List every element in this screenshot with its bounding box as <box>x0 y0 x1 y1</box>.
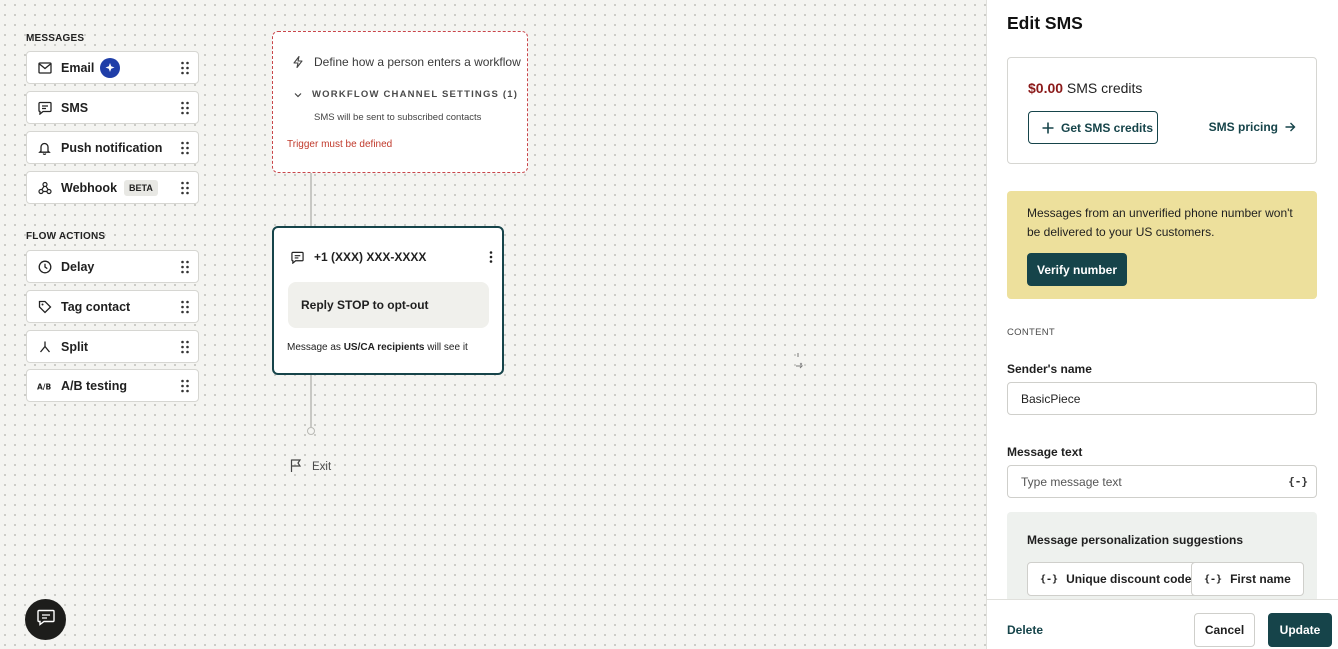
tag-icon <box>37 299 52 314</box>
sms-node-header: +1 (XXX) XXX-XXXX <box>291 250 426 264</box>
drag-handle-icon[interactable] <box>180 260 190 274</box>
palette-item-split[interactable]: Split <box>26 330 199 363</box>
update-button[interactable]: Update <box>1268 613 1332 647</box>
sender-name-label: Sender's name <box>1007 362 1092 376</box>
palette-item-push-notification[interactable]: Push notification <box>26 131 199 164</box>
chevron-down-icon <box>293 90 303 100</box>
exit-node[interactable]: Exit <box>289 449 331 473</box>
ai-sparkle-icon <box>100 57 121 78</box>
sms-credits-balance: $0.00 SMS credits <box>1028 80 1142 96</box>
message-text-input[interactable] <box>1007 465 1317 498</box>
palette-item-email[interactable]: Email <box>26 51 199 84</box>
bell-icon <box>37 140 52 155</box>
palette-item-label: Tag contact <box>61 299 131 314</box>
get-sms-credits-button[interactable]: Get SMS credits <box>1028 111 1158 144</box>
edit-sms-panel: Edit SMS $0.00 SMS credits Get SMS credi… <box>986 0 1338 649</box>
sender-name-input[interactable] <box>1007 382 1317 415</box>
footer-recipients: US/CA recipients <box>343 342 425 353</box>
split-icon <box>37 339 52 354</box>
trigger-text: Define how a person enters a workflow <box>314 55 521 69</box>
chat-icon <box>37 100 52 115</box>
chip-unique-discount-code[interactable]: {-} Unique discount code <box>1027 562 1205 596</box>
chat-support-button[interactable] <box>25 599 66 640</box>
connector-line <box>310 375 312 427</box>
flag-icon <box>289 458 303 473</box>
sms-node-footer: Message as US/CA recipients will see it <box>287 342 468 353</box>
messages-section-title: MESSAGES <box>26 33 85 44</box>
drag-handle-icon[interactable] <box>180 141 190 155</box>
variable-icon: {-} <box>1204 573 1223 585</box>
webhook-icon <box>37 180 52 195</box>
trigger-node[interactable]: Define how a person enters a workflow WO… <box>272 31 528 173</box>
unverified-number-warning: Messages from an unverified phone number… <box>1007 191 1317 299</box>
sms-pricing-label: SMS pricing <box>1208 120 1278 134</box>
footer-suffix: will see it <box>424 342 468 353</box>
beta-badge: BETA <box>124 179 158 196</box>
get-sms-credits-label: Get SMS credits <box>1061 120 1154 135</box>
flow-actions-section-title: FLOW ACTIONS <box>26 231 106 242</box>
connector-dot[interactable] <box>307 427 315 435</box>
trigger-header: Define how a person enters a workflow <box>291 55 521 69</box>
palette-item-tag-contact[interactable]: Tag contact <box>26 290 199 323</box>
plus-icon <box>1041 121 1055 135</box>
channel-settings-description: SMS will be sent to subscribed contacts <box>314 112 482 123</box>
svg-text:A/B: A/B <box>37 382 52 391</box>
palette-item-delay[interactable]: Delay <box>26 250 199 283</box>
palette-item-label: Email <box>61 60 95 75</box>
sms-credits-card: $0.00 SMS credits Get SMS credits SMS pr… <box>1007 57 1317 164</box>
insert-variable-icon[interactable]: {-} <box>1288 475 1308 488</box>
chat-bubble-icon <box>36 609 55 631</box>
credits-label: SMS credits <box>1063 80 1143 96</box>
delete-button[interactable]: Delete <box>1007 623 1043 637</box>
sms-pricing-link[interactable]: SMS pricing <box>1209 120 1296 134</box>
footer-prefix: Message as <box>287 342 344 353</box>
ab-icon: A/B <box>37 378 52 393</box>
arrow-right-icon <box>1284 121 1296 133</box>
sms-node[interactable]: +1 (XXX) XXX-XXXX Reply STOP to opt-out … <box>272 226 504 375</box>
connector-line <box>310 173 312 226</box>
chip-label: Unique discount code <box>1066 572 1192 586</box>
drag-handle-icon[interactable] <box>180 300 190 314</box>
cancel-button[interactable]: Cancel <box>1194 613 1255 647</box>
exit-label: Exit <box>312 461 332 473</box>
palette-item-label: Split <box>61 339 89 354</box>
drag-handle-icon[interactable] <box>180 181 190 195</box>
panel-title: Edit SMS <box>1007 13 1083 33</box>
palette-item-label: Push notification <box>61 140 163 155</box>
trigger-error-message: Trigger must be defined <box>287 139 393 150</box>
chip-label: First name <box>1230 572 1291 586</box>
drag-handle-icon[interactable] <box>180 61 190 75</box>
verify-number-button[interactable]: Verify number <box>1027 253 1127 286</box>
message-text-label: Message text <box>1007 445 1083 459</box>
more-vertical-icon[interactable] <box>488 250 494 264</box>
channel-settings-label: WORKFLOW CHANNEL SETTINGS (1) <box>312 89 519 100</box>
workflow-canvas[interactable]: MESSAGES Email SMS Push notification Web… <box>0 0 986 649</box>
sms-message-preview: Reply STOP to opt-out <box>288 282 489 328</box>
chip-first-name[interactable]: {-} First name <box>1191 562 1304 596</box>
channel-settings-toggle[interactable]: WORKFLOW CHANNEL SETTINGS (1) <box>293 89 518 100</box>
panel-footer: Delete Cancel Update <box>987 599 1338 649</box>
palette-item-label: A/B testing <box>61 378 127 393</box>
palette-item-label: Webhook <box>61 180 118 195</box>
drag-handle-icon[interactable] <box>180 379 190 393</box>
drag-handle-icon[interactable] <box>180 340 190 354</box>
palette-item-ab-testing[interactable]: A/B A/B testing <box>26 369 199 402</box>
palette-item-webhook[interactable]: Webhook BETA <box>26 171 199 204</box>
sms-sender-number: +1 (XXX) XXX-XXXX <box>314 250 427 264</box>
chat-icon <box>291 251 304 264</box>
warning-text: Messages from an unverified phone number… <box>1027 206 1293 239</box>
credits-amount: $0.00 <box>1028 80 1064 96</box>
clock-icon <box>37 259 52 274</box>
palette-item-label: SMS <box>61 100 89 115</box>
content-section-label: CONTENT <box>1007 327 1056 338</box>
suggestions-title: Message personalization suggestions <box>1027 533 1244 547</box>
personalization-suggestions: Message personalization suggestions {-} … <box>1007 512 1317 602</box>
drag-handle-icon[interactable] <box>180 101 190 115</box>
lightning-icon <box>291 55 305 69</box>
cursor-icon <box>795 352 807 370</box>
mail-icon <box>37 60 52 75</box>
variable-icon: {-} <box>1040 573 1059 585</box>
palette-item-label: Delay <box>61 259 95 274</box>
palette-item-sms[interactable]: SMS <box>26 91 199 124</box>
